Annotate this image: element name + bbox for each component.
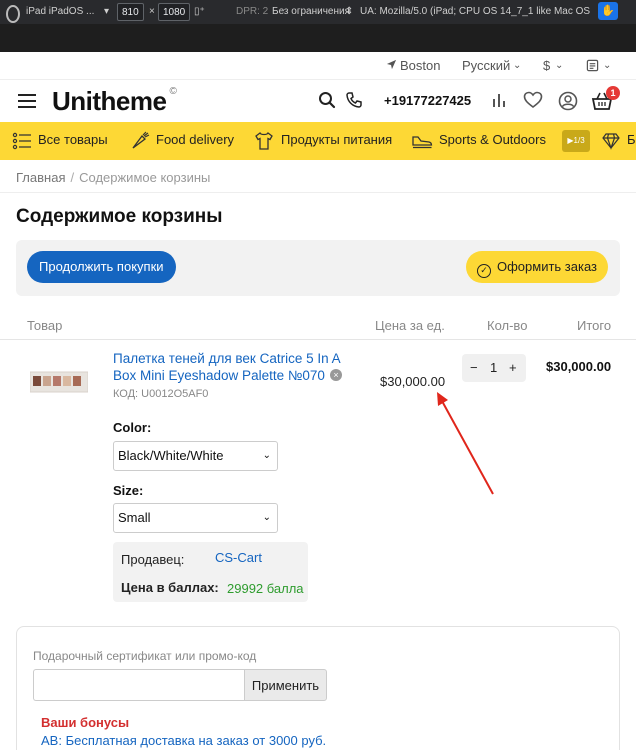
bonuses-title: Ваши бонусы [41, 715, 130, 730]
user-agent-field[interactable]: UA: Mozilla/5.0 (iPad; CPU OS 14_7_1 lik… [360, 3, 590, 21]
dimension-separator: × [149, 6, 155, 17]
device-settings-icon[interactable] [6, 5, 20, 23]
height-input[interactable]: 1080 [158, 3, 191, 21]
dpr-select[interactable]: DPR: 2 [236, 3, 268, 21]
chevron-down-icon: ▾ [104, 6, 110, 17]
device-select[interactable]: iPad iPadOS ... [26, 3, 94, 21]
touch-icon[interactable]: ✋ [598, 2, 618, 20]
throttle-select[interactable]: Без ограничения [272, 3, 350, 21]
width-input[interactable]: 810 [117, 3, 144, 21]
bonus-link[interactable]: AB: Бесплатная доставка на заказ от 3000… [41, 733, 326, 748]
devtools-spacer [0, 24, 636, 52]
chevron-updown-icon: ⇕ [345, 6, 354, 17]
promo-code-input[interactable] [33, 669, 245, 701]
devtools-toolbar: iPad iPadOS ... ▾ 810 × 1080 ▯⁺ DPR: 2 Б… [0, 0, 636, 24]
apply-promo-button[interactable]: Применить [244, 669, 327, 701]
promo-label: Подарочный сертификат или промо-код [33, 649, 257, 663]
rotate-icon[interactable]: ▯⁺ [194, 3, 205, 21]
promo-code-panel: Подарочный сертификат или промо-код Прим… [16, 626, 620, 750]
store-page: Boston Русский ⌄ $ ⌄ ⌄ Unitheme © +191772… [0, 52, 636, 750]
